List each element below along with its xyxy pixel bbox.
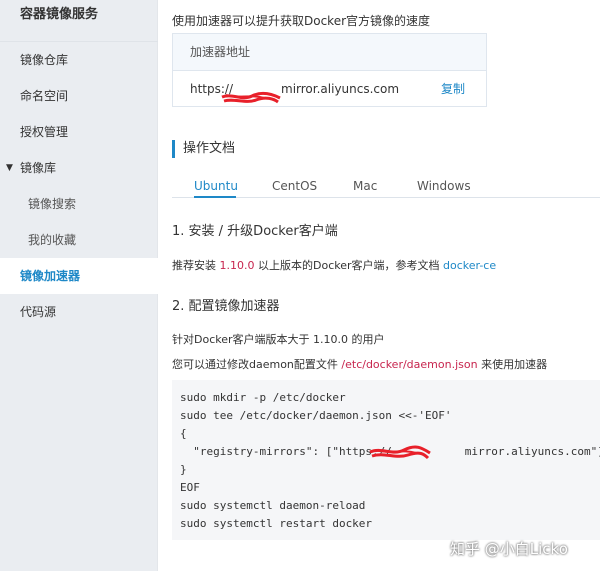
os-tabs: Ubuntu CentOS Mac Windows (172, 176, 600, 198)
sidebar-item-accelerator[interactable]: 镜像加速器 (0, 258, 158, 294)
code-line: sudo tee /etc/docker/daemon.json <<-'EOF… (180, 409, 452, 422)
sidebar-item-authorization[interactable]: 授权管理 (0, 114, 158, 150)
copy-button[interactable]: 复制 (441, 71, 465, 107)
code-line: sudo systemctl restart docker (180, 517, 373, 530)
code-line: EOF (180, 481, 200, 494)
accelerator-url-row: https://mirror.aliyuncs.com 复制 (173, 71, 486, 107)
intro-text: 使用加速器可以提升获取Docker官方镜像的速度 (172, 14, 431, 28)
main-content: 使用加速器可以提升获取Docker官方镜像的速度 加速器地址 https://m… (158, 0, 600, 571)
sidebar-item-label: 镜像仓库 (20, 53, 69, 67)
step2-line2-a: 您可以通过修改daemon配置文件 (172, 358, 342, 371)
sidebar-item-namespaces[interactable]: 命名空间 (0, 78, 158, 114)
step1-text-a: 推荐安装 (172, 259, 220, 272)
sidebar-item-favorites[interactable]: 我的收藏 (0, 222, 158, 258)
docs-section-title: 操作文档 (172, 140, 235, 158)
step1-text: 推荐安装 1.10.0 以上版本的Docker客户端，参考文档 docker-c… (172, 257, 496, 273)
tab-mac[interactable]: Mac (353, 176, 377, 198)
caret-down-icon: ▼ (6, 163, 13, 173)
redaction-scribble (369, 445, 431, 460)
watermark: 知乎 @小白Licko (450, 540, 568, 558)
step2-line2: 您可以通过修改daemon配置文件 /etc/docker/daemon.jso… (172, 356, 547, 372)
sidebar-item-label: 镜像加速器 (20, 269, 81, 283)
sidebar-item-label: 镜像库 (20, 161, 57, 175)
sidebar-item-label: 镜像搜索 (28, 197, 77, 211)
sidebar-item-label: 命名空间 (20, 89, 69, 103)
sidebar: 容器镜像服务 镜像仓库 命名空间 授权管理 ▼ 镜像库 镜像搜索 我的收藏 镜像… (0, 0, 158, 571)
tab-windows[interactable]: Windows (417, 176, 471, 198)
tab-centos[interactable]: CentOS (272, 176, 317, 198)
tab-ubuntu[interactable]: Ubuntu (194, 176, 238, 198)
sidebar-title: 容器镜像服务 (20, 7, 99, 22)
accelerator-box: 加速器地址 https://mirror.aliyuncs.com 复制 (172, 33, 487, 107)
code-line: { (180, 427, 187, 440)
sidebar-item-label: 我的收藏 (28, 233, 77, 247)
step1-title: 1. 安装 / 升级Docker客户端 (172, 224, 338, 239)
version-number: 1.10.0 (219, 259, 255, 272)
sidebar-item-code-source[interactable]: 代码源 (0, 294, 158, 330)
sidebar-item-image-search[interactable]: 镜像搜索 (0, 186, 158, 222)
step1-text-b: 以上版本的Docker客户端，参考文档 (254, 259, 444, 272)
accelerator-url[interactable]: https://mirror.aliyuncs.com (190, 82, 400, 104)
code-block[interactable]: sudo mkdir -p /etc/docker sudo tee /etc/… (172, 380, 600, 540)
code-line: sudo mkdir -p /etc/docker (180, 391, 346, 404)
sidebar-header: 容器镜像服务 (0, 0, 158, 42)
sidebar-item-repositories[interactable]: 镜像仓库 (0, 42, 158, 78)
daemon-config-path: /etc/docker/daemon.json (341, 358, 478, 371)
sidebar-item-label: 授权管理 (20, 125, 69, 139)
sidebar-item-label: 代码源 (20, 305, 57, 319)
code-line: sudo systemctl daemon-reload (180, 499, 366, 512)
url-suffix: mirror.aliyuncs.com (281, 82, 400, 96)
redaction-scribble (221, 91, 281, 104)
code-line: } (180, 463, 187, 476)
step2-title: 2. 配置镜像加速器 (172, 299, 280, 314)
accelerator-header: 加速器地址 (173, 34, 486, 71)
sidebar-group-image-library[interactable]: ▼ 镜像库 (0, 150, 158, 186)
step2-line1: 针对Docker客户端版本大于 1.10.0 的用户 (172, 333, 385, 346)
step2-line2-b: 来使用加速器 (477, 358, 548, 371)
docker-ce-link[interactable]: docker-ce (443, 259, 496, 272)
